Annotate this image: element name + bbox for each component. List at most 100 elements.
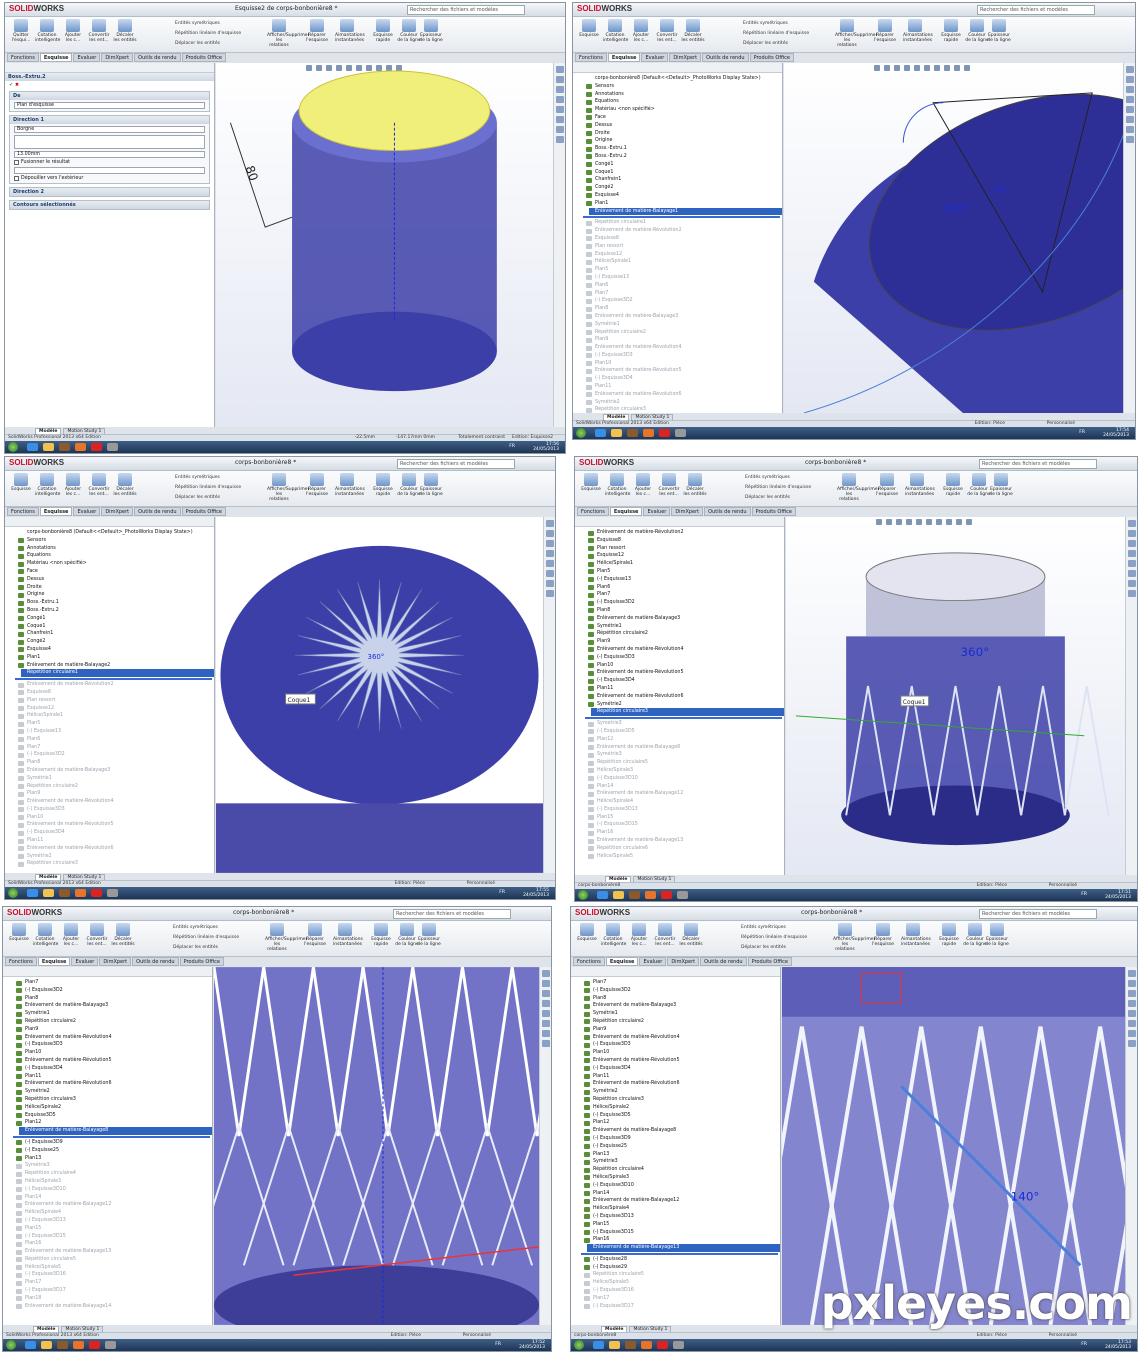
tab-4[interactable]: Outils de rendu bbox=[134, 53, 181, 62]
tree-node[interactable]: Enlèvement de matière-Révolution5 bbox=[5, 821, 214, 829]
tab-1[interactable]: Esquisse bbox=[605, 957, 639, 966]
tree-node[interactable]: Enlèvement de matière-Révolution6 bbox=[3, 1080, 212, 1088]
end-condition-select[interactable]: Borgne bbox=[14, 126, 205, 133]
taskbar-app-icon[interactable] bbox=[57, 1341, 68, 1349]
tree-node[interactable]: Enlèvement de matière-Balayage3 bbox=[571, 1002, 780, 1010]
tree-node[interactable]: Symétrie3 bbox=[571, 1158, 780, 1166]
tree-node[interactable]: Enlèvement de matière-Révolution6 bbox=[571, 1080, 780, 1088]
tree-node[interactable]: Plan5 bbox=[573, 266, 782, 274]
tree-node[interactable]: Symétrie1 bbox=[3, 1010, 212, 1018]
tree-node[interactable]: Hélice/Spirale5 bbox=[575, 853, 784, 861]
ribbon-line-color-button[interactable]: Couleur de la ligne bbox=[397, 473, 421, 497]
tree-node[interactable]: Répétition circulaire2 bbox=[3, 1018, 212, 1026]
ribbon-move-button[interactable]: Déplacer les entités bbox=[175, 41, 220, 46]
taskbar-app-icon[interactable] bbox=[593, 1341, 604, 1349]
tree-node[interactable]: Hélice/Spirale1 bbox=[573, 258, 782, 266]
task-pane-icon[interactable] bbox=[555, 136, 564, 143]
ribbon-repair-button[interactable]: Réparer l'esquisse bbox=[305, 19, 329, 43]
search-input[interactable]: Rechercher des fichiers et modèles bbox=[979, 909, 1097, 919]
tree-node[interactable]: Hélice/Spirale4 bbox=[571, 1205, 780, 1213]
solidworks-logo[interactable]: SOLIDWORKS bbox=[577, 4, 632, 13]
tree-node[interactable]: Plan11 bbox=[575, 685, 784, 693]
tree-node[interactable]: (-) Esquisse3D3 bbox=[573, 352, 782, 360]
tree-node[interactable]: Hélice/Spirale2 bbox=[571, 1104, 780, 1112]
task-pane-icon[interactable] bbox=[1127, 1010, 1136, 1017]
tab-2[interactable]: Evaluer bbox=[639, 957, 667, 966]
taskbar-app-icon[interactable] bbox=[613, 891, 624, 899]
task-pane-icon[interactable] bbox=[1127, 970, 1136, 977]
task-pane-icon[interactable] bbox=[555, 126, 564, 133]
tree-node[interactable]: Boss.-Extru.1 bbox=[573, 145, 782, 153]
tree-node[interactable]: Equations bbox=[573, 98, 782, 106]
ribbon-move-button[interactable]: Déplacer les entités bbox=[743, 41, 788, 46]
tree-node[interactable]: Répétition circulaire2 bbox=[575, 630, 784, 638]
task-pane-icon[interactable] bbox=[1127, 1000, 1136, 1007]
tree-node[interactable]: Symétrie1 bbox=[571, 1010, 780, 1018]
tab-3[interactable]: DimXpert bbox=[669, 53, 702, 62]
taskbar-app-icon[interactable] bbox=[675, 429, 686, 437]
tree-node[interactable]: (-) Esquisse3D2 bbox=[571, 987, 780, 995]
task-pane-icon[interactable] bbox=[1127, 580, 1136, 587]
tree-node[interactable]: Enlèvement de matière-Balayage13 bbox=[3, 1248, 212, 1256]
tree-node[interactable]: Plan12 bbox=[3, 1119, 212, 1127]
graphics-area[interactable]: 80 bbox=[216, 63, 553, 427]
tree-node[interactable]: Esquisse4 bbox=[5, 646, 214, 654]
tree-node[interactable]: Enlèvement de matière-Balayage8 bbox=[571, 1127, 780, 1135]
tree-node[interactable]: Equations bbox=[5, 552, 214, 560]
tree-node[interactable]: Répétition circulaire2 bbox=[571, 1018, 780, 1026]
tree-node[interactable]: Enlèvement de matière-Balayage8 bbox=[19, 1127, 212, 1135]
tab-1[interactable]: Esquisse bbox=[37, 957, 71, 966]
tree-node[interactable]: (-) Esquisse3D17 bbox=[571, 1303, 780, 1311]
tree-node[interactable]: Origine bbox=[573, 137, 782, 145]
tree-node[interactable]: Répétition circulaire2 bbox=[5, 783, 214, 791]
direction-field[interactable] bbox=[14, 135, 205, 149]
tree-node[interactable]: Plan10 bbox=[3, 1049, 212, 1057]
taskbar-app-icon[interactable] bbox=[597, 891, 608, 899]
tab-1[interactable]: Esquisse bbox=[607, 53, 641, 62]
taskbar-app-icon[interactable] bbox=[89, 1341, 100, 1349]
task-pane-icon[interactable] bbox=[1125, 116, 1134, 123]
tree-node[interactable]: Plan6 bbox=[5, 736, 214, 744]
start-button-icon[interactable] bbox=[8, 442, 18, 452]
tree-node[interactable]: (-) Esquisse3D2 bbox=[5, 751, 214, 759]
task-pane-icon[interactable] bbox=[1125, 106, 1134, 113]
ribbon-offset-button[interactable]: Décaler les entités bbox=[683, 473, 707, 497]
tab-3[interactable]: DimXpert bbox=[101, 507, 134, 516]
tree-node[interactable]: Plan7 bbox=[573, 290, 782, 298]
tree-node[interactable]: (-) Esquisse3D10 bbox=[3, 1186, 212, 1194]
tree-node[interactable]: Plan11 bbox=[571, 1073, 780, 1081]
draft-field[interactable] bbox=[14, 167, 205, 174]
tree-node[interactable]: Symétrie2 bbox=[571, 1088, 780, 1096]
task-pane-icon[interactable] bbox=[541, 1000, 550, 1007]
tree-node[interactable]: Plan ressort bbox=[575, 545, 784, 553]
direction2-group[interactable]: Direction 2 bbox=[9, 187, 210, 197]
tree-node[interactable]: Plan13 bbox=[3, 1155, 212, 1163]
tree-node[interactable]: Plan10 bbox=[571, 1049, 780, 1057]
ribbon-smart-dim-button[interactable]: Cotation intelligente bbox=[603, 19, 628, 43]
tree-node[interactable]: Coque1 bbox=[5, 623, 214, 631]
tree-node[interactable]: Enlèvement de matière-Balayage12 bbox=[575, 790, 784, 798]
solidworks-logo[interactable]: SOLIDWORKS bbox=[575, 908, 630, 917]
tree-node[interactable]: (-) Esquisse3D3 bbox=[5, 806, 214, 814]
taskbar-app-icon[interactable] bbox=[27, 443, 38, 451]
tree-node[interactable]: Enlèvement de matière-Révolution5 bbox=[3, 1057, 212, 1065]
tree-node[interactable]: Plan9 bbox=[5, 790, 214, 798]
tree-node[interactable]: Enlèvement de matière-Balayage12 bbox=[3, 1201, 212, 1209]
ribbon-sketch-button[interactable]: Esquisse bbox=[9, 473, 33, 492]
ribbon-sketch-button[interactable]: Esquisse bbox=[577, 19, 601, 38]
solidworks-logo[interactable]: SOLIDWORKS bbox=[7, 908, 62, 917]
ribbon-move-button[interactable]: Déplacer les entités bbox=[741, 945, 786, 950]
ribbon-line-color-button[interactable]: Couleur de la ligne bbox=[397, 19, 421, 43]
tree-node[interactable]: Esquisse8 bbox=[5, 689, 214, 697]
solidworks-logo[interactable]: SOLIDWORKS bbox=[9, 458, 64, 467]
tab-5[interactable]: Produits Office bbox=[181, 53, 226, 62]
task-pane-icon[interactable] bbox=[1127, 590, 1136, 597]
ribbon-line-thick-button[interactable]: Epaisseur de la ligne bbox=[419, 473, 443, 497]
tree-node[interactable]: Plan ressort bbox=[573, 243, 782, 251]
tree-node[interactable]: Symétrie3 bbox=[3, 1162, 212, 1170]
tree-node[interactable]: Répétition circulaire5 bbox=[571, 1271, 780, 1279]
tree-node[interactable]: Symétrie3 bbox=[575, 720, 784, 728]
task-pane-icon[interactable] bbox=[1125, 66, 1134, 73]
ribbon-convert-button[interactable]: Convertir les ent... bbox=[657, 473, 681, 497]
ribbon-offset-button[interactable]: Décaler les entités bbox=[679, 923, 703, 947]
